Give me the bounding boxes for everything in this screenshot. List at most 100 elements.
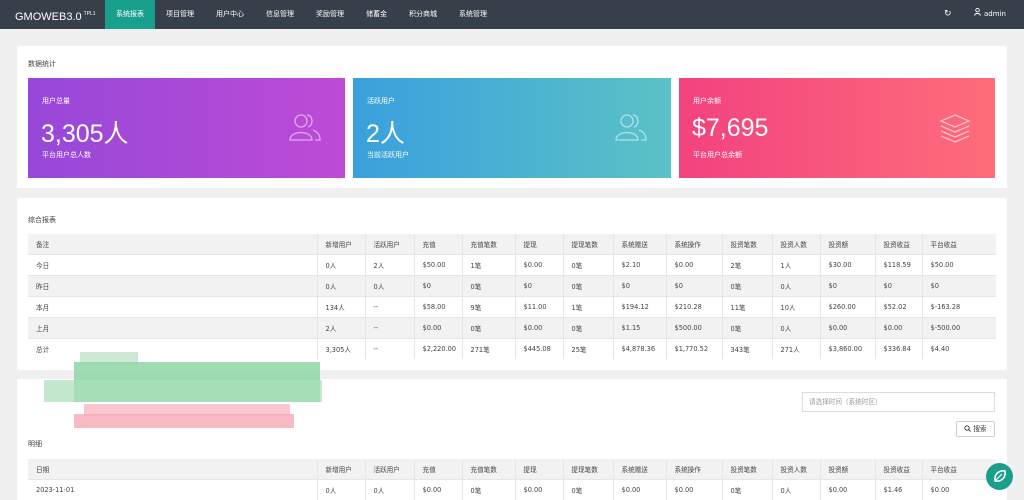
users-icon: [289, 114, 321, 141]
column-header: 系统操作: [666, 459, 723, 479]
table-cell: 2笔: [722, 254, 773, 275]
column-header: 备注: [28, 234, 318, 254]
table-cell: 0人: [772, 275, 821, 296]
table-cell: 本月: [28, 296, 318, 317]
table-cell: $0: [666, 275, 723, 296]
table-cell: --: [365, 338, 415, 359]
redacted-area: [44, 346, 322, 428]
nav-item[interactable]: 储蓄金: [355, 0, 398, 29]
table-row: 今日 0人 2人 $50.00 1笔 $0.00 0笔 $2.10 $0.00 2笔 1人 $30.0…: [28, 254, 996, 275]
table-cell: $0: [515, 275, 564, 296]
card-value: 3,305人: [41, 120, 129, 148]
table-cell: $30.00: [820, 254, 876, 275]
table-cell: 271人: [772, 338, 821, 359]
table-cell: 10人: [772, 296, 821, 317]
table-cell: 0人: [317, 254, 366, 275]
nav-item[interactable]: 系统报表: [105, 0, 155, 29]
card-sub: 平台用户总人数: [42, 151, 91, 159]
table-cell: $210.28: [666, 296, 723, 317]
column-header: 新增用户: [317, 459, 366, 479]
stat-card-balance: 用户余额 $7,695 平台用户总余额: [679, 78, 995, 178]
table-cell: $0.00: [666, 479, 723, 500]
table-cell: $260.00: [820, 296, 876, 317]
column-header: 活跃用户: [365, 459, 415, 479]
table-row: 本月 134人 -- $58.00 9笔 $11.00 1笔 $194.12 $210.28 11…: [28, 296, 996, 317]
column-header: 投资人数: [772, 234, 821, 254]
users-icon: [615, 114, 647, 141]
search-button-label: 搜索: [973, 425, 987, 433]
user-name: admin: [984, 10, 1006, 18]
table-cell: 0人: [365, 275, 415, 296]
table-cell: $3,860.00: [820, 338, 876, 359]
column-header: 投资额: [820, 459, 876, 479]
table-cell: $0.00: [613, 479, 667, 500]
table-cell: $50.00: [414, 254, 463, 275]
table-cell: 2人: [365, 254, 415, 275]
nav-item[interactable]: 信息管理: [255, 0, 305, 29]
nav-item[interactable]: 用户中心: [205, 0, 255, 29]
table-cell: 0笔: [722, 317, 773, 338]
stats-title: 数据统计: [28, 60, 56, 68]
column-header: 提现: [515, 459, 564, 479]
brand-logo[interactable]: GMOWEB3.0 TPL1: [15, 0, 96, 29]
column-header: 投资收益: [875, 234, 923, 254]
search-button[interactable]: 搜索: [956, 421, 995, 437]
brand-version: TPL1: [83, 11, 96, 17]
card-sub: 平台用户总余额: [693, 151, 742, 159]
table-cell: $0: [875, 275, 923, 296]
table-cell: $1,770.52: [666, 338, 723, 359]
card-sub: 当前活跃用户: [367, 151, 409, 159]
nav-item[interactable]: 积分商城: [398, 0, 448, 29]
column-header: 充值笔数: [462, 234, 516, 254]
table-cell: $0: [930, 281, 939, 290]
table-cell: 0笔: [462, 275, 516, 296]
table-cell: $500.00: [666, 317, 723, 338]
main-nav: 系统报表 项目管理 用户中心 信息管理 奖励管理 储蓄金 积分商城 系统管理: [105, 0, 498, 29]
detail-title: 明细: [28, 440, 42, 448]
table-cell: 0人: [772, 479, 821, 500]
table-cell: $2,220.00: [414, 338, 463, 359]
date-picker-input[interactable]: 请选择时间（系统时区）: [802, 392, 995, 412]
table-cell: 0人: [772, 317, 821, 338]
table-cell: 今日: [28, 254, 318, 275]
table-cell: $0.00: [820, 317, 876, 338]
table-cell: $0.00: [820, 479, 876, 500]
table-cell: 1人: [772, 254, 821, 275]
stat-card-active-users: 活跃用户 2人 当前活跃用户: [353, 78, 671, 178]
column-header: 系统赠送: [613, 459, 667, 479]
column-header: 平台收益: [930, 465, 957, 474]
brand-name: GMOWEB3.0: [15, 11, 82, 23]
detail-table: 日期 新增用户 活跃用户 充值 充值笔数 提现 提现笔数 系统赠送 系统操作 投资笔数 投资人数 投资…: [28, 459, 996, 500]
table-cell: $11.00: [515, 296, 564, 317]
card-value: $7,695: [692, 114, 769, 142]
column-header: 投资额: [820, 234, 876, 254]
nav-item[interactable]: 系统管理: [448, 0, 498, 29]
user-menu[interactable]: admin: [974, 0, 1006, 29]
column-header: 日期: [28, 459, 318, 479]
report-header-row: 备注 新增用户 活跃用户 充值 充值笔数 提现 提现笔数 系统赠送 系统操作 投资笔数 投资人数 投资…: [28, 234, 996, 254]
floating-action-button[interactable]: [986, 463, 1013, 490]
column-header: 系统操作: [666, 234, 723, 254]
table-cell: 0笔: [563, 479, 614, 500]
table-row: 上月 2人 -- $0.00 0笔 $0.00 0笔 $1.15 $500.00 0笔 0人 $0.0…: [28, 317, 996, 338]
table-cell: $0.00: [875, 317, 923, 338]
table-cell: 271笔: [462, 338, 516, 359]
table-cell: 1笔: [462, 254, 516, 275]
nav-item[interactable]: 奖励管理: [305, 0, 355, 29]
nav-item[interactable]: 项目管理: [155, 0, 205, 29]
table-row: 2023-11-01 0人 0人 $0.00 0笔 $0.00 0笔 $0.00 $0.00 0笔…: [28, 479, 996, 500]
table-cell: 0笔: [462, 317, 516, 338]
table-cell: $2.10: [613, 254, 667, 275]
table-cell: 11笔: [722, 296, 773, 317]
layers-icon: [939, 114, 971, 143]
table-cell: 0笔: [563, 275, 614, 296]
refresh-icon[interactable]: ↻: [944, 9, 953, 20]
table-cell: 0笔: [722, 275, 773, 296]
table-cell: $0.00: [515, 317, 564, 338]
table-cell: 0人: [317, 479, 366, 500]
table-cell: $1.46: [875, 479, 923, 500]
table-cell: $445.08: [515, 338, 564, 359]
column-header: 提现: [515, 234, 564, 254]
table-cell: $0: [613, 275, 667, 296]
table-cell: $0.00: [930, 485, 950, 494]
